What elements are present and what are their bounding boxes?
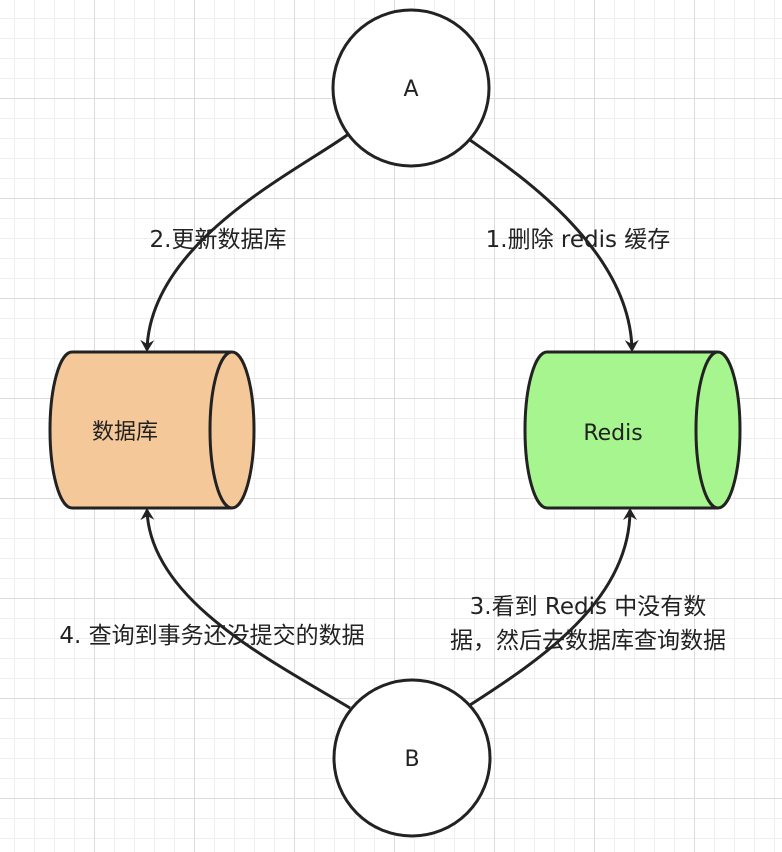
node-redis: Redis bbox=[523, 350, 742, 510]
node-b: B bbox=[332, 678, 492, 838]
edge-b-to-database bbox=[140, 508, 351, 710]
node-a-label: A bbox=[403, 77, 418, 102]
flow-diagram: A B 数据库 Redis 2.更新数据库 1.删除 redis 缓存 3.看到… bbox=[48, 8, 742, 838]
edge-label-step3-line2: 据，然后去数据库查询数据 bbox=[450, 628, 726, 654]
edge-label-step1: 1.删除 redis 缓存 bbox=[486, 227, 671, 253]
node-b-label: B bbox=[404, 747, 419, 772]
node-database: 数据库 bbox=[48, 350, 256, 510]
node-a: A bbox=[331, 8, 491, 168]
edge-label-step3-line1: 3.看到 Redis 中没有数 bbox=[470, 594, 707, 620]
redis-label: Redis bbox=[583, 421, 642, 446]
edge-label-step4: 4. 查询到事务还没提交的数据 bbox=[59, 623, 364, 649]
edge-label-step2: 2.更新数据库 bbox=[150, 227, 287, 253]
database-label: 数据库 bbox=[92, 420, 158, 445]
